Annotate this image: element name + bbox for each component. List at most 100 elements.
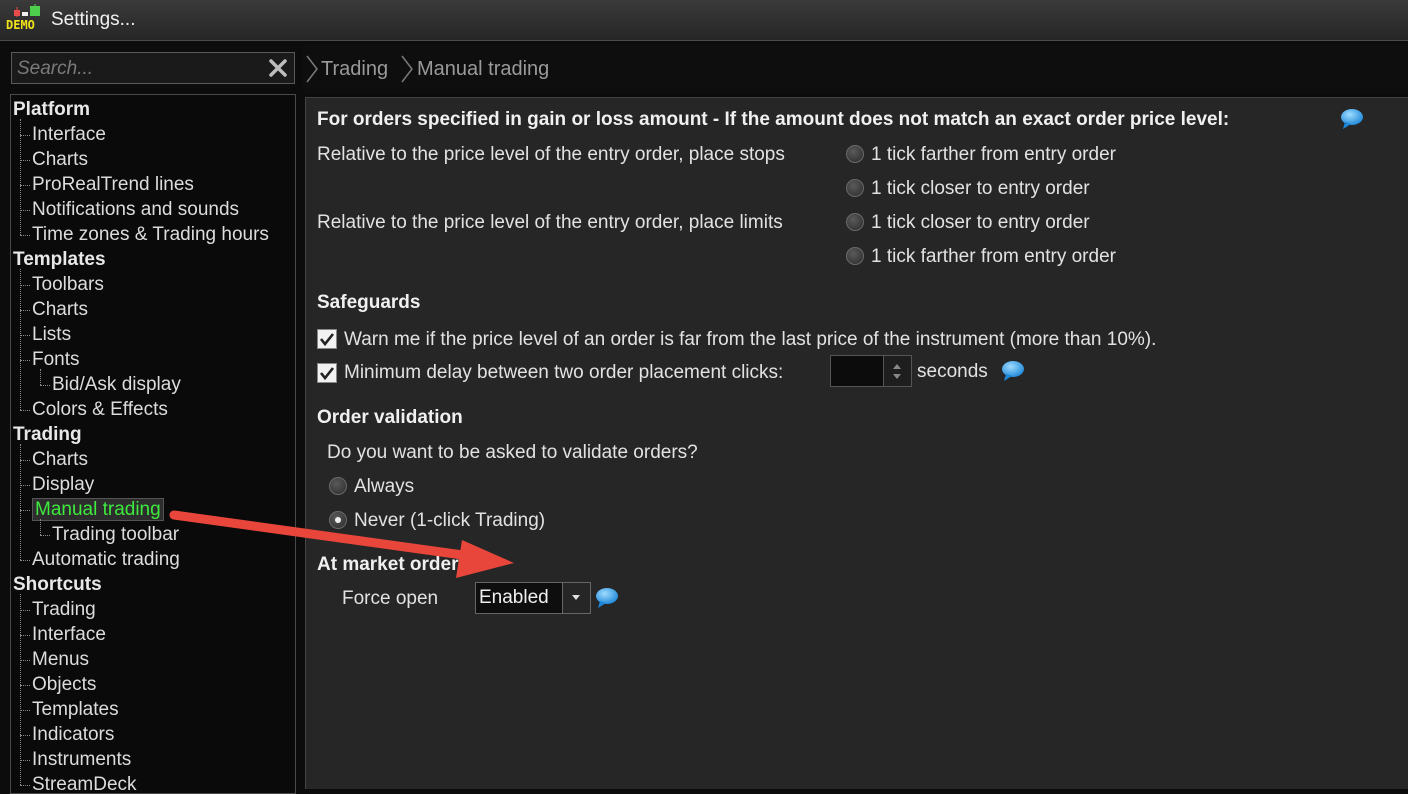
tree-item-label[interactable]: Colors & Effects bbox=[32, 399, 168, 420]
tree-item-label[interactable]: Time zones & Trading hours bbox=[32, 224, 269, 245]
tree-item[interactable]: Lists bbox=[32, 322, 71, 347]
tree-item-label[interactable]: Fonts bbox=[32, 349, 80, 370]
tree-item-label[interactable]: Instruments bbox=[32, 749, 131, 770]
tree-connector bbox=[20, 269, 21, 410]
tree-category[interactable]: Shortcuts bbox=[13, 572, 102, 597]
delay-unit: seconds bbox=[917, 361, 988, 382]
tree-item-label[interactable]: Notifications and sounds bbox=[32, 199, 239, 220]
search-box[interactable] bbox=[11, 52, 295, 84]
tree-item-label[interactable]: Charts bbox=[32, 299, 88, 320]
force-open-dropdown[interactable]: Enabled bbox=[475, 582, 591, 614]
tree-item-label[interactable]: Trading toolbar bbox=[52, 524, 179, 545]
tree-item-label[interactable]: Templates bbox=[13, 249, 106, 270]
stepper-down-icon[interactable] bbox=[893, 374, 901, 379]
tree-item[interactable]: ProRealTrend lines bbox=[32, 172, 194, 197]
tree-item[interactable]: Templates bbox=[32, 697, 119, 722]
tree-item-label[interactable]: Trading bbox=[13, 424, 82, 445]
force-open-value[interactable]: Enabled bbox=[479, 587, 549, 609]
tree-item[interactable]: Instruments bbox=[32, 747, 131, 772]
warn-checkbox[interactable] bbox=[317, 329, 337, 349]
stepper-up-icon[interactable] bbox=[893, 364, 901, 369]
tree-category[interactable]: Templates bbox=[13, 247, 106, 272]
tree-item[interactable]: Manual trading bbox=[32, 497, 164, 522]
tree-connector bbox=[20, 235, 30, 236]
stops-label: Relative to the price level of the entry… bbox=[317, 144, 785, 165]
tree-item-label[interactable]: Indicators bbox=[32, 724, 114, 745]
tree-item[interactable]: Display bbox=[32, 472, 94, 497]
tree-item[interactable]: Automatic trading bbox=[32, 547, 180, 572]
tree-item[interactable]: Menus bbox=[32, 647, 89, 672]
search-input[interactable] bbox=[15, 56, 263, 82]
tree-item-label[interactable]: Charts bbox=[32, 149, 88, 170]
delay-stepper[interactable] bbox=[830, 355, 912, 387]
stops-farther-label[interactable]: 1 tick farther from entry order bbox=[871, 144, 1116, 166]
tree-item-label[interactable]: Manual trading bbox=[32, 498, 164, 521]
validation-never-label[interactable]: Never (1-click Trading) bbox=[354, 510, 545, 532]
tree-item[interactable]: Charts bbox=[32, 297, 88, 322]
clear-search-icon[interactable] bbox=[268, 58, 288, 78]
tree-item-label[interactable]: Lists bbox=[32, 324, 71, 345]
validation-always-label[interactable]: Always bbox=[354, 476, 414, 498]
delay-checkbox[interactable] bbox=[317, 363, 337, 383]
tree-item-label[interactable]: Toolbars bbox=[32, 274, 104, 295]
tree-item-label[interactable]: Bid/Ask display bbox=[52, 374, 181, 395]
stepper-arrows[interactable] bbox=[883, 356, 911, 386]
tree-category[interactable]: Platform bbox=[13, 97, 90, 122]
tree-connector bbox=[20, 594, 21, 785]
tree-item[interactable]: Bid/Ask display bbox=[52, 372, 181, 397]
tree-item[interactable]: Interface bbox=[32, 122, 106, 147]
tree-item-label[interactable]: Automatic trading bbox=[32, 549, 180, 570]
tree-item[interactable]: StreamDeck bbox=[32, 772, 137, 793]
tree-item-label[interactable]: Display bbox=[32, 474, 94, 495]
tree-item-label[interactable]: StreamDeck bbox=[32, 774, 137, 793]
tree-item[interactable]: Objects bbox=[32, 672, 96, 697]
tree-category[interactable]: Trading bbox=[13, 422, 82, 447]
limits-farther-radio[interactable] bbox=[846, 247, 864, 265]
tree-item[interactable]: Trading toolbar bbox=[52, 522, 179, 547]
tree-item-label[interactable]: Interface bbox=[32, 624, 106, 645]
stops-closer-label[interactable]: 1 tick closer to entry order bbox=[871, 178, 1090, 200]
stops-farther-radio[interactable] bbox=[846, 145, 864, 163]
tree-item[interactable]: Charts bbox=[32, 447, 88, 472]
tree-item-label[interactable]: Platform bbox=[13, 99, 90, 120]
tree-item-label[interactable]: Menus bbox=[32, 649, 89, 670]
tree-item[interactable]: Toolbars bbox=[32, 272, 104, 297]
tree-connector bbox=[20, 460, 30, 461]
tree-item-label[interactable]: Trading bbox=[32, 599, 96, 620]
chevron-right-icon bbox=[401, 55, 413, 83]
tree-item-label[interactable]: Interface bbox=[32, 124, 106, 145]
stops-closer-radio[interactable] bbox=[846, 179, 864, 197]
tree-item-label[interactable]: Templates bbox=[32, 699, 119, 720]
breadcrumb-item-manual-trading[interactable]: Manual trading bbox=[417, 58, 549, 81]
limits-closer-label[interactable]: 1 tick closer to entry order bbox=[871, 212, 1090, 234]
tree-item[interactable]: Charts bbox=[32, 147, 88, 172]
tree-item[interactable]: Time zones & Trading hours bbox=[32, 222, 269, 247]
app-logo: DEMO bbox=[6, 4, 46, 34]
limits-farther-label[interactable]: 1 tick farther from entry order bbox=[871, 246, 1116, 268]
chevron-down-icon[interactable] bbox=[562, 583, 590, 613]
tree-item-label[interactable]: Objects bbox=[32, 674, 96, 695]
tree-item[interactable]: Interface bbox=[32, 622, 106, 647]
tree-item-label[interactable]: Shortcuts bbox=[13, 574, 102, 595]
tree-item-label[interactable]: Charts bbox=[32, 449, 88, 470]
tree-connector bbox=[20, 210, 30, 211]
limits-closer-radio[interactable] bbox=[846, 213, 864, 231]
tree-connector bbox=[20, 335, 30, 336]
delay-label[interactable]: Minimum delay between two order placemen… bbox=[344, 362, 783, 384]
warn-label[interactable]: Warn me if the price level of an order i… bbox=[344, 329, 1156, 351]
tree-item[interactable]: Trading bbox=[32, 597, 96, 622]
tree-item[interactable]: Indicators bbox=[32, 722, 114, 747]
tree-connector bbox=[20, 510, 30, 511]
tree-connector bbox=[20, 185, 30, 186]
tree-item[interactable]: Colors & Effects bbox=[32, 397, 168, 422]
validation-never-radio[interactable] bbox=[329, 511, 347, 529]
tree-connector bbox=[20, 119, 21, 235]
info-bubble-icon[interactable] bbox=[1340, 108, 1364, 130]
info-bubble-icon[interactable] bbox=[1001, 360, 1025, 382]
breadcrumb-item-trading[interactable]: Trading bbox=[321, 58, 388, 81]
tree-item-label[interactable]: ProRealTrend lines bbox=[32, 174, 194, 195]
tree-connector bbox=[20, 560, 30, 561]
validation-always-radio[interactable] bbox=[329, 477, 347, 495]
tree-item[interactable]: Notifications and sounds bbox=[32, 197, 239, 222]
info-bubble-icon[interactable] bbox=[595, 587, 619, 609]
